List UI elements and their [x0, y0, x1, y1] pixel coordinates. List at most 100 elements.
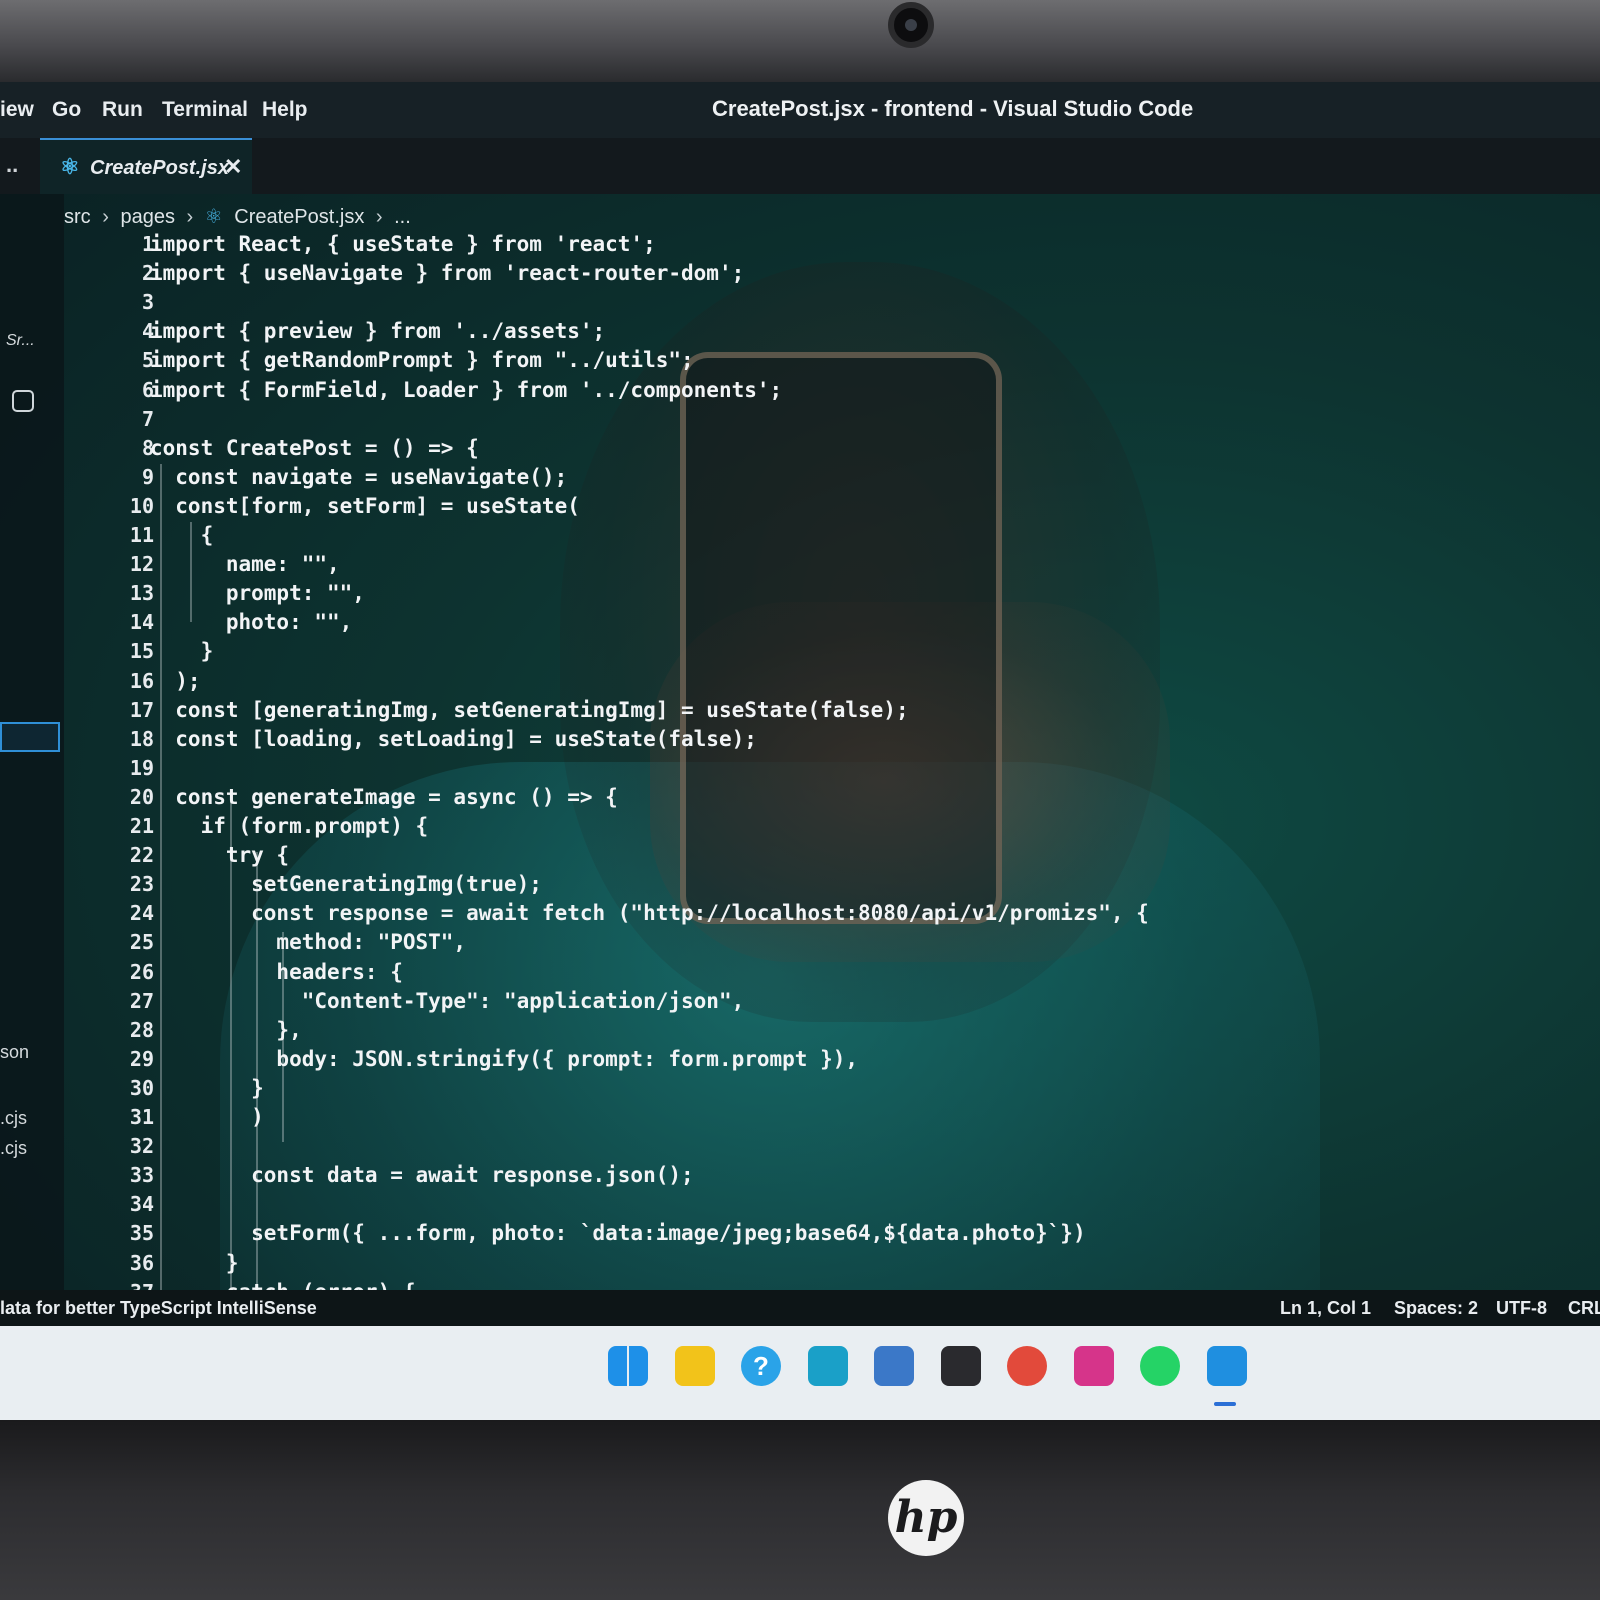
- line-number: 6: [141, 378, 154, 402]
- screen: iew Go Run Terminal Help CreatePost.jsx …: [0, 82, 1600, 1420]
- help-icon[interactable]: ?: [741, 1346, 781, 1386]
- code-line[interactable]: const response = await fetch ("http://lo…: [150, 901, 1149, 925]
- menu-run[interactable]: Run: [102, 98, 143, 122]
- code-line[interactable]: {: [150, 523, 214, 547]
- code-line[interactable]: }: [150, 1076, 264, 1100]
- window-title: CreatePost.jsx - frontend - Visual Studi…: [712, 96, 1194, 121]
- hp-logo: hp: [888, 1480, 964, 1556]
- status-message[interactable]: lata for better TypeScript IntelliSense: [0, 1298, 317, 1319]
- code-line[interactable]: const navigate = useNavigate();: [150, 465, 567, 489]
- line-number: 21: [129, 814, 154, 838]
- code-line[interactable]: ): [150, 1105, 264, 1129]
- breadcrumb: src › pages › ⚛ CreatePost.jsx › ...: [64, 204, 417, 229]
- line-number: 13: [129, 581, 154, 605]
- status-indentation[interactable]: Spaces: 2: [1394, 1298, 1478, 1319]
- active-app-indicator: [1214, 1402, 1236, 1406]
- line-number: 5: [141, 348, 154, 372]
- code-line[interactable]: const[form, setForm] = useState(: [150, 494, 580, 518]
- code-line[interactable]: "Content-Type": "application/json",: [150, 989, 745, 1013]
- line-number: 20: [129, 785, 154, 809]
- meet-icon[interactable]: [808, 1346, 848, 1386]
- code-line[interactable]: }: [150, 1251, 239, 1275]
- status-bar: lata for better TypeScript IntelliSense …: [0, 1290, 1600, 1326]
- status-eol[interactable]: CRL: [1568, 1298, 1600, 1319]
- line-number: 35: [129, 1221, 154, 1245]
- code-line[interactable]: import { getRandomPrompt } from "../util…: [150, 348, 694, 372]
- react-icon: ⚛: [60, 154, 80, 179]
- code-line[interactable]: method: "POST",: [150, 930, 466, 954]
- code-line[interactable]: import { preview } from '../assets';: [150, 319, 605, 343]
- sidebar-item[interactable]: son: [0, 1042, 29, 1063]
- reflection-phone: [680, 352, 1002, 924]
- code-line[interactable]: setForm({ ...form, photo: `data:image/jp…: [150, 1221, 1085, 1245]
- tab-label: CreatePost.jsx: [90, 157, 229, 179]
- code-line[interactable]: import React, { useState } from 'react';: [150, 232, 656, 256]
- react-icon: ⚛: [204, 206, 223, 228]
- menu-view[interactable]: iew: [0, 98, 34, 122]
- line-number: 24: [129, 901, 154, 925]
- tab-bar: .. ⚛ CreatePost.jsx ✕: [0, 138, 1600, 194]
- code-line[interactable]: body: JSON.stringify({ prompt: form.prom…: [150, 1047, 858, 1071]
- line-number: 4: [141, 319, 154, 343]
- line-number: 34: [129, 1192, 154, 1216]
- whatsapp-icon[interactable]: [1140, 1346, 1180, 1386]
- line-number: 19: [129, 756, 154, 780]
- taskbar: ?: [0, 1326, 1600, 1420]
- line-number: 3: [141, 290, 154, 314]
- code-line[interactable]: const generateImage = async () => {: [150, 785, 618, 809]
- code-line[interactable]: name: "",: [150, 552, 340, 576]
- sidebar-selected-item[interactable]: [0, 722, 60, 752]
- windows-start-icon[interactable]: [608, 1346, 648, 1386]
- menu-terminal[interactable]: Terminal: [162, 98, 248, 122]
- code-line[interactable]: import { useNavigate } from 'react-route…: [150, 261, 744, 285]
- code-line[interactable]: const CreatePost = () => {: [150, 436, 479, 460]
- code-line[interactable]: try {: [150, 843, 289, 867]
- code-line[interactable]: const data = await response.json();: [150, 1163, 694, 1187]
- line-number: 8: [141, 436, 154, 460]
- line-number: 15: [129, 639, 154, 663]
- line-number: 27: [129, 989, 154, 1013]
- line-number: 10: [129, 494, 154, 518]
- vscode-icon[interactable]: [1207, 1346, 1247, 1386]
- code-line[interactable]: const [generatingImg, setGeneratingImg] …: [150, 698, 908, 722]
- line-number: 23: [129, 872, 154, 896]
- sidebar-item[interactable]: Sr...: [6, 332, 35, 350]
- code-line[interactable]: photo: "",: [150, 610, 352, 634]
- code-line[interactable]: headers: {: [150, 960, 402, 984]
- breadcrumb-pages[interactable]: pages: [120, 206, 175, 228]
- code-line[interactable]: setGeneratingImg(true);: [150, 872, 542, 896]
- sidebar-item[interactable]: .cjs: [0, 1108, 27, 1129]
- code-line[interactable]: }: [150, 639, 214, 663]
- line-number: 31: [129, 1105, 154, 1129]
- code-line[interactable]: },: [150, 1018, 301, 1042]
- webcam: [888, 2, 934, 48]
- code-line[interactable]: prompt: "",: [150, 581, 365, 605]
- chrome-icon[interactable]: [1007, 1346, 1047, 1386]
- tab-createpost[interactable]: ⚛ CreatePost.jsx ✕: [40, 138, 252, 194]
- chevron-right-icon: ›: [375, 206, 383, 228]
- code-line[interactable]: const [loading, setLoading] = useState(f…: [150, 727, 757, 751]
- code-line[interactable]: );: [150, 669, 200, 693]
- collapse-icon[interactable]: [12, 390, 34, 412]
- breadcrumb-src[interactable]: src: [64, 206, 91, 228]
- line-number: 25: [129, 930, 154, 954]
- code-line[interactable]: import { FormField, Loader } from '../co…: [150, 378, 782, 402]
- terminal-icon[interactable]: [941, 1346, 981, 1386]
- menu-help[interactable]: Help: [262, 98, 308, 122]
- breadcrumb-more[interactable]: ...: [394, 206, 411, 228]
- line-number: 17: [129, 698, 154, 722]
- file-explorer-icon[interactable]: [675, 1346, 715, 1386]
- line-number: 9: [141, 465, 154, 489]
- menu-go[interactable]: Go: [52, 98, 81, 122]
- line-number: 11: [129, 523, 154, 547]
- line-number: 18: [129, 727, 154, 751]
- close-icon[interactable]: ✕: [224, 154, 242, 180]
- status-encoding[interactable]: UTF-8: [1496, 1298, 1547, 1319]
- breadcrumb-file[interactable]: CreatePost.jsx: [234, 206, 364, 228]
- code-line[interactable]: if (form.prompt) {: [150, 814, 429, 838]
- tab-overflow[interactable]: ..: [6, 152, 18, 178]
- sidebar-item[interactable]: .cjs: [0, 1138, 27, 1159]
- instagram-icon[interactable]: [1074, 1346, 1114, 1386]
- status-cursor-position[interactable]: Ln 1, Col 1: [1280, 1298, 1371, 1319]
- notepad-icon[interactable]: [874, 1346, 914, 1386]
